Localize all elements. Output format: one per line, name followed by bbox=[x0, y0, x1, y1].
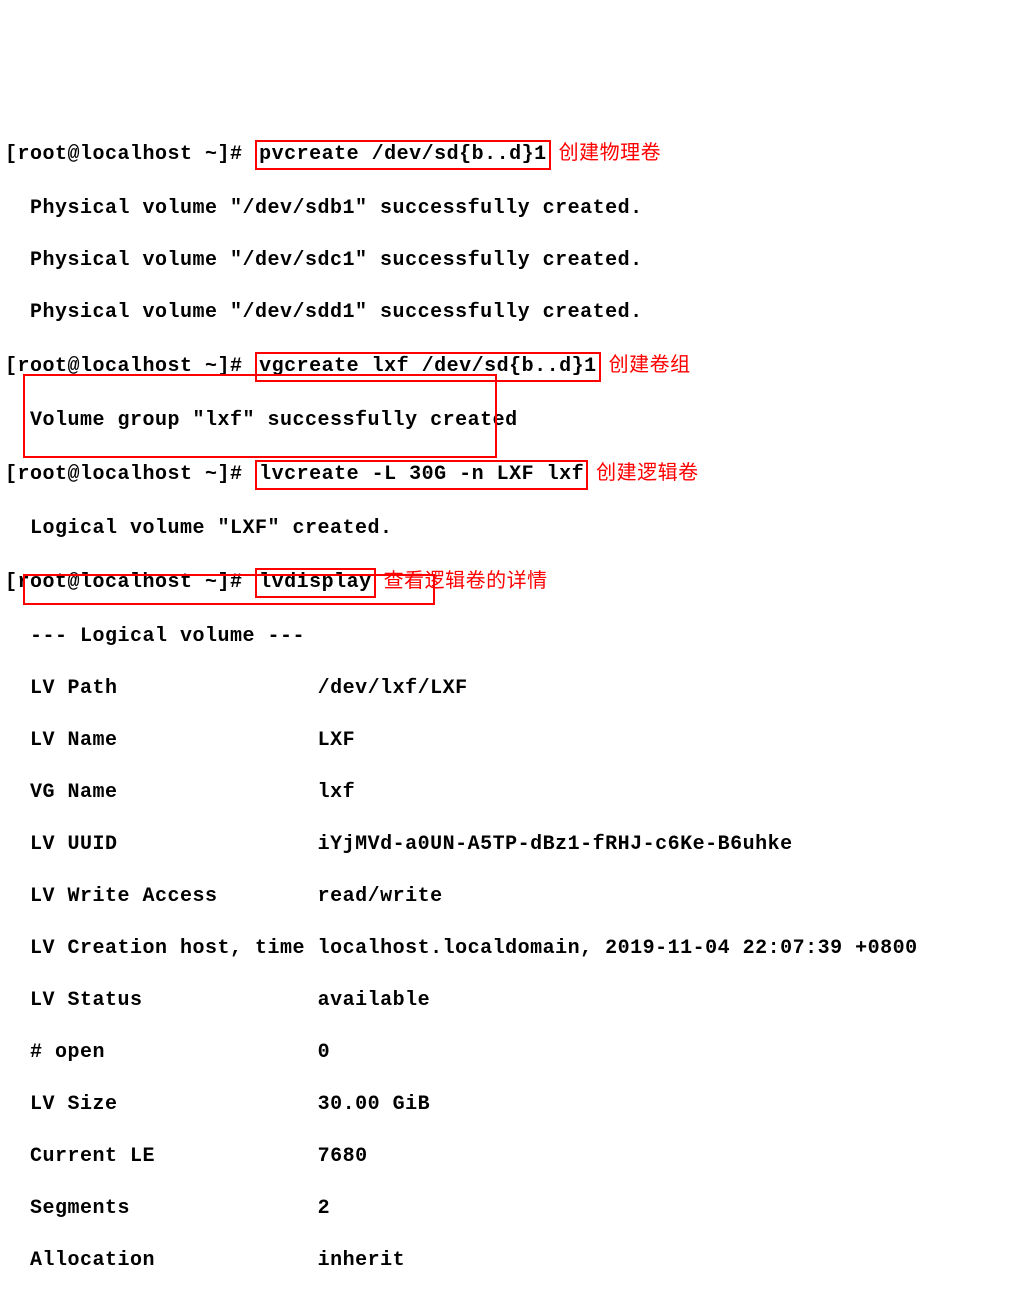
label: LV Creation host, time bbox=[5, 937, 305, 960]
spacer bbox=[143, 989, 318, 1012]
lvcreation-row: LV Creation host, time localhost.localdo… bbox=[5, 936, 1026, 962]
label: LV Write Access bbox=[5, 885, 218, 908]
output-line: Physical volume "/dev/sdd1" successfully… bbox=[5, 300, 1026, 326]
lvsize-row: LV Size 30.00 GiB bbox=[5, 1092, 1026, 1118]
segments-row: Segments 2 bbox=[5, 1196, 1026, 1222]
label: # open bbox=[5, 1041, 105, 1064]
value: 2 bbox=[318, 1197, 331, 1220]
label: Segments bbox=[5, 1197, 130, 1220]
spacer bbox=[118, 677, 318, 700]
cmd-line-pvcreate: [root@localhost ~]# pvcreate /dev/sd{b..… bbox=[5, 140, 1026, 170]
open-row: # open 0 bbox=[5, 1040, 1026, 1066]
spacer bbox=[130, 1197, 318, 1220]
annotation-vgcreate: 创建卷组 bbox=[609, 355, 691, 378]
command-lvdisplay: lvdisplay bbox=[255, 568, 376, 598]
value: /dev/lxf/LXF bbox=[318, 677, 468, 700]
value: iYjMVd-a0UN-A5TP-dBz1-fRHJ-c6Ke-B6uhke bbox=[318, 833, 793, 856]
value: 7680 bbox=[318, 1145, 368, 1168]
label: LV Name bbox=[5, 729, 118, 752]
annotation-lvdisplay: 查看逻辑卷的详情 bbox=[384, 571, 548, 594]
label: Current LE bbox=[5, 1145, 155, 1168]
terminal-output: [root@localhost ~]# pvcreate /dev/sd{b..… bbox=[5, 114, 1026, 1294]
value: read/write bbox=[318, 885, 443, 908]
lvstatus-row: LV Status available bbox=[5, 988, 1026, 1014]
annotation-lvcreate: 创建逻辑卷 bbox=[596, 463, 699, 486]
value: inherit bbox=[318, 1249, 406, 1272]
spacer bbox=[118, 729, 318, 752]
value: LXF bbox=[318, 729, 356, 752]
vgname-row: VG Name lxf bbox=[5, 780, 1026, 806]
cmd-line-vgcreate: [root@localhost ~]# vgcreate lxf /dev/sd… bbox=[5, 352, 1026, 382]
spacer bbox=[305, 937, 318, 960]
output-line: Volume group "lxf" successfully created bbox=[5, 408, 1026, 434]
label: Allocation bbox=[5, 1249, 155, 1272]
lvname-row: LV Name LXF bbox=[5, 728, 1026, 754]
spacer bbox=[118, 781, 318, 804]
label: LV UUID bbox=[5, 833, 118, 856]
lvuuid-row: LV UUID iYjMVd-a0UN-A5TP-dBz1-fRHJ-c6Ke-… bbox=[5, 832, 1026, 858]
value: available bbox=[318, 989, 431, 1012]
output-line: Logical volume "LXF" created. bbox=[5, 516, 1026, 542]
spacer bbox=[155, 1249, 318, 1272]
prompt: [root@localhost ~]# bbox=[5, 463, 243, 486]
cmd-line-lvcreate: [root@localhost ~]# lvcreate -L 30G -n L… bbox=[5, 460, 1026, 490]
spacer bbox=[218, 885, 318, 908]
cmd-line-lvdisplay: [root@localhost ~]# lvdisplay 查看逻辑卷的详情 bbox=[5, 568, 1026, 598]
label: VG Name bbox=[5, 781, 118, 804]
output-line: Physical volume "/dev/sdc1" successfully… bbox=[5, 248, 1026, 274]
prompt: [root@localhost ~]# bbox=[5, 571, 243, 594]
lvpath-row: LV Path /dev/lxf/LXF bbox=[5, 676, 1026, 702]
lvwrite-row: LV Write Access read/write bbox=[5, 884, 1026, 910]
command-pvcreate: pvcreate /dev/sd{b..d}1 bbox=[255, 140, 551, 170]
spacer bbox=[155, 1145, 318, 1168]
label: LV Status bbox=[5, 989, 143, 1012]
allocation-row: Allocation inherit bbox=[5, 1248, 1026, 1274]
currentle-row: Current LE 7680 bbox=[5, 1144, 1026, 1170]
value: localhost.localdomain, 2019-11-04 22:07:… bbox=[318, 937, 918, 960]
annotation-pvcreate: 创建物理卷 bbox=[559, 143, 662, 166]
spacer bbox=[118, 833, 318, 856]
output-line: --- Logical volume --- bbox=[5, 624, 1026, 650]
spacer bbox=[118, 1093, 318, 1116]
value: 30.00 GiB bbox=[318, 1093, 431, 1116]
label: LV Path bbox=[5, 677, 118, 700]
output-line: Physical volume "/dev/sdb1" successfully… bbox=[5, 196, 1026, 222]
prompt: [root@localhost ~]# bbox=[5, 143, 243, 166]
label: LV Size bbox=[5, 1093, 118, 1116]
spacer bbox=[105, 1041, 318, 1064]
command-lvcreate: lvcreate -L 30G -n LXF lxf bbox=[255, 460, 588, 490]
value: 0 bbox=[318, 1041, 331, 1064]
prompt: [root@localhost ~]# bbox=[5, 355, 243, 378]
command-vgcreate: vgcreate lxf /dev/sd{b..d}1 bbox=[255, 352, 601, 382]
value: lxf bbox=[318, 781, 356, 804]
